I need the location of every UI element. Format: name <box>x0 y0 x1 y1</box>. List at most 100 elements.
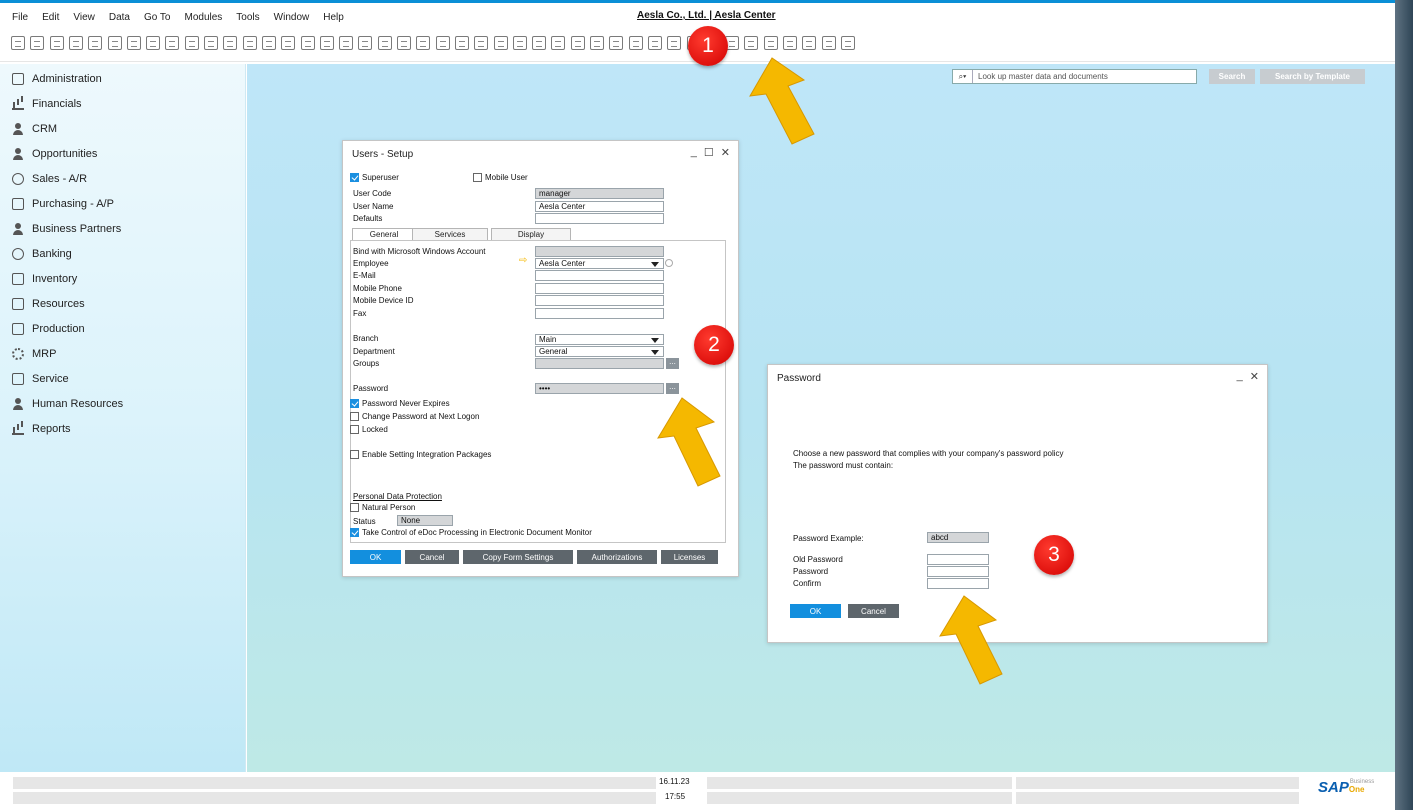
toolbar-icon[interactable] <box>532 36 547 50</box>
toolbar-icon[interactable] <box>609 36 624 50</box>
email-field[interactable] <box>535 270 664 281</box>
close-icon[interactable]: ✕ <box>721 146 730 159</box>
edoc-checkbox[interactable]: Take Control of eDoc Processing in Elect… <box>350 528 592 537</box>
authorizations-button[interactable]: Authorizations <box>577 550 657 564</box>
search-by-template-button[interactable]: Search by Template <box>1260 69 1365 84</box>
sidebar-item-inventory[interactable]: Inventory <box>12 273 77 285</box>
groups-ellipsis-button[interactable]: ... <box>666 358 679 369</box>
sidebar-item-administration[interactable]: Administration <box>12 73 102 85</box>
cancel-button[interactable]: Cancel <box>405 550 459 564</box>
sidebar-item-sales-a-r[interactable]: Sales - A/R <box>12 173 87 185</box>
mobile-phone-field[interactable] <box>535 283 664 294</box>
menu-modules[interactable]: Modules <box>184 12 222 23</box>
toolbar-icon[interactable] <box>146 36 161 50</box>
toolbar-icon[interactable] <box>763 36 778 50</box>
sidebar-item-resources[interactable]: Resources <box>12 298 85 310</box>
sidebar-item-human-resources[interactable]: Human Resources <box>12 398 123 410</box>
mobile-user-checkbox[interactable]: Mobile User <box>473 173 528 182</box>
toolbar-icon[interactable] <box>783 36 797 50</box>
toolbar-icon[interactable] <box>339 36 354 50</box>
search-dropdown-icon[interactable]: ⌕▾ <box>953 70 973 83</box>
toolbar-icon[interactable] <box>30 36 45 50</box>
user-code-field[interactable]: manager <box>535 188 664 199</box>
menu-goto[interactable]: Go To <box>144 12 171 23</box>
toolbar-icon[interactable] <box>319 36 334 50</box>
employee-select[interactable]: Aesla Center <box>535 258 664 269</box>
confirm-field[interactable] <box>927 578 989 589</box>
sidebar-item-service[interactable]: Service <box>12 373 69 385</box>
tab-display[interactable]: Display <box>491 228 571 240</box>
password-field[interactable]: •••• <box>535 383 664 394</box>
toolbar-icon[interactable] <box>223 36 238 50</box>
old-password-field[interactable] <box>927 554 989 565</box>
sidebar-item-production[interactable]: Production <box>12 323 85 335</box>
password-ok-button[interactable]: OK <box>790 604 841 618</box>
toolbar-icon[interactable] <box>647 36 662 50</box>
toolbar-icon[interactable] <box>281 36 296 50</box>
toolbar-icon[interactable] <box>474 36 489 50</box>
menu-view[interactable]: View <box>73 12 95 23</box>
status-field[interactable]: None <box>397 515 453 526</box>
toolbar-icon[interactable] <box>204 36 218 50</box>
toolbar-icon[interactable] <box>416 36 431 50</box>
user-name-field[interactable]: Aesla Center <box>535 201 664 212</box>
toolbar-icon[interactable] <box>49 36 64 50</box>
toolbar-icon[interactable] <box>242 36 257 50</box>
copy-form-settings-button[interactable]: Copy Form Settings <box>463 550 573 564</box>
toolbar-icon[interactable] <box>667 36 682 50</box>
menu-data[interactable]: Data <box>109 12 130 23</box>
superuser-checkbox[interactable]: Superuser <box>350 173 399 182</box>
toolbar-icon[interactable] <box>377 36 392 50</box>
toolbar-icon[interactable] <box>802 36 817 50</box>
sidebar-item-mrp[interactable]: MRP <box>12 348 56 360</box>
minimize-icon[interactable]: _ <box>691 146 697 159</box>
toolbar-icon[interactable] <box>628 36 643 50</box>
toolbar-icon[interactable] <box>590 36 604 50</box>
close-icon[interactable]: ✕ <box>1250 370 1259 383</box>
sidebar-item-business-partners[interactable]: Business Partners <box>12 223 121 235</box>
password-ellipsis-button[interactable]: ... <box>666 383 679 394</box>
search-button[interactable]: Search <box>1209 69 1255 84</box>
toolbar-icon[interactable] <box>11 36 25 50</box>
new-password-field[interactable] <box>927 566 989 577</box>
change-password-checkbox[interactable]: Change Password at Next Logon <box>350 412 479 421</box>
toolbar-icon[interactable] <box>551 36 566 50</box>
toolbar-icon[interactable] <box>454 36 469 50</box>
search-input[interactable]: ⌕▾ Look up master data and documents <box>952 69 1197 84</box>
sidebar-item-opportunities[interactable]: Opportunities <box>12 148 97 160</box>
defaults-field[interactable] <box>535 213 664 224</box>
toolbar-icon[interactable] <box>184 36 199 50</box>
toolbar-icon[interactable] <box>68 36 83 50</box>
toolbar-icon[interactable] <box>435 36 450 50</box>
mobile-device-field[interactable] <box>535 295 664 306</box>
toolbar-icon[interactable] <box>261 36 276 50</box>
toolbar-icon[interactable] <box>744 36 759 50</box>
menu-tools[interactable]: Tools <box>236 12 259 23</box>
branch-select[interactable]: Main <box>535 334 664 345</box>
toolbar-icon[interactable] <box>821 36 836 50</box>
toolbar-icon[interactable] <box>397 36 411 50</box>
minimize-icon[interactable]: _ <box>1237 370 1243 383</box>
department-select[interactable]: General <box>535 346 664 357</box>
toolbar-icon[interactable] <box>107 36 122 50</box>
menu-edit[interactable]: Edit <box>42 12 59 23</box>
toolbar-icon[interactable] <box>570 36 585 50</box>
menu-file[interactable]: File <box>12 12 28 23</box>
sidebar-item-purchasing-a-p[interactable]: Purchasing - A/P <box>12 198 114 210</box>
toolbar-icon[interactable] <box>300 36 315 50</box>
bind-windows-field[interactable] <box>535 246 664 257</box>
toolbar-icon[interactable] <box>493 36 508 50</box>
sidebar-item-crm[interactable]: CRM <box>12 123 57 135</box>
menu-help[interactable]: Help <box>323 12 344 23</box>
tab-services[interactable]: Services <box>412 228 488 240</box>
toolbar-icon[interactable] <box>165 36 180 50</box>
ok-button[interactable]: OK <box>350 550 401 564</box>
sidebar-item-financials[interactable]: Financials <box>12 98 82 110</box>
tab-general[interactable]: General <box>352 228 416 240</box>
toolbar-icon[interactable] <box>512 36 527 50</box>
toolbar-icon[interactable] <box>840 36 855 50</box>
toolbar-icon[interactable] <box>88 36 103 50</box>
sidebar-item-banking[interactable]: Banking <box>12 248 72 260</box>
fax-field[interactable] <box>535 308 664 319</box>
natural-person-checkbox[interactable]: Natural Person <box>350 503 415 512</box>
